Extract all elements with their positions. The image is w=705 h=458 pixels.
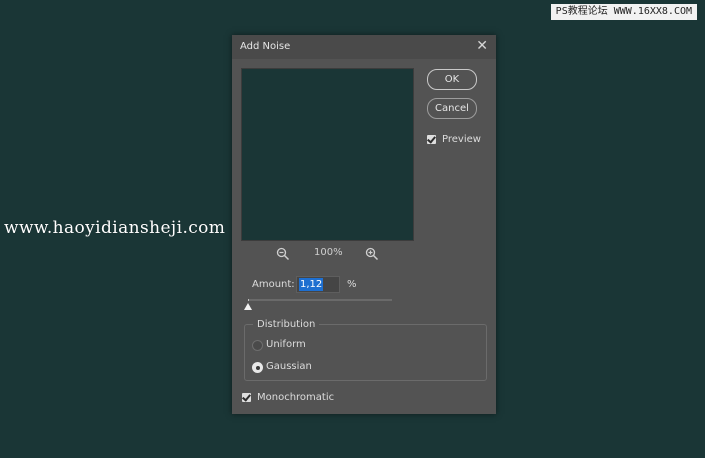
uniform-label: Uniform xyxy=(266,339,306,350)
gaussian-radio[interactable] xyxy=(252,362,263,373)
preview-image[interactable] xyxy=(241,68,414,241)
amount-slider-thumb[interactable] xyxy=(244,303,253,310)
dialog-title: Add Noise xyxy=(240,41,291,52)
monochromatic-checkbox[interactable] xyxy=(242,393,251,402)
watermark-left: www.haoyidiansheji.com xyxy=(4,218,226,238)
amount-label: Amount: xyxy=(252,279,295,290)
preview-label: Preview xyxy=(442,134,481,145)
add-noise-dialog: Add Noise ✕ OK Cancel Preview 100% Amoun… xyxy=(232,35,496,414)
amount-slider-track[interactable] xyxy=(248,299,392,301)
zoom-out-icon[interactable] xyxy=(276,247,290,261)
preview-checkbox[interactable] xyxy=(427,135,436,144)
amount-input[interactable]: 1,12 xyxy=(296,276,340,293)
ok-button[interactable]: OK xyxy=(427,69,477,90)
uniform-radio[interactable] xyxy=(252,340,263,351)
distribution-group xyxy=(244,324,487,381)
gaussian-label: Gaussian xyxy=(266,361,312,372)
amount-unit: % xyxy=(347,279,357,290)
zoom-in-icon[interactable] xyxy=(365,247,379,261)
distribution-label: Distribution xyxy=(253,319,320,330)
amount-value: 1,12 xyxy=(299,278,324,291)
dialog-titlebar[interactable]: Add Noise ✕ xyxy=(232,35,496,59)
monochromatic-label: Monochromatic xyxy=(257,392,335,403)
desktop-background: PS教程论坛 WWW.16XX8.COM www.haoyidiansheji.… xyxy=(0,0,705,458)
close-icon[interactable]: ✕ xyxy=(476,38,488,54)
cancel-button[interactable]: Cancel xyxy=(427,98,477,119)
watermark-top-right: PS教程论坛 WWW.16XX8.COM xyxy=(550,4,697,20)
zoom-level: 100% xyxy=(314,247,343,258)
